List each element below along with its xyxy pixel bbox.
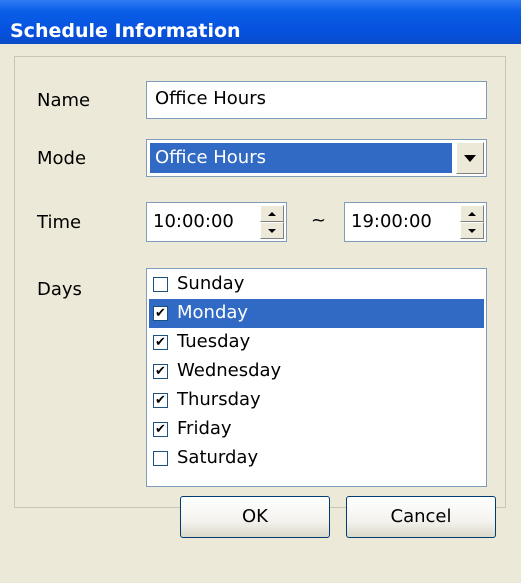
name-label: Name (37, 90, 91, 111)
time-start-down-button[interactable] (260, 222, 284, 239)
day-label: Saturday (177, 447, 259, 468)
cancel-button[interactable]: Cancel (346, 496, 496, 538)
time-end-spinner[interactable]: 19:00:00 (344, 202, 487, 242)
time-start-value: 10:00:00 (153, 211, 234, 232)
day-label: Monday (177, 302, 249, 323)
title-bar[interactable]: Schedule Information (0, 0, 521, 44)
time-range-separator: ~ (311, 210, 327, 231)
time-end-down-button[interactable] (460, 222, 484, 239)
day-item-tuesday[interactable]: ✔ Tuesday (149, 328, 484, 357)
day-label: Thursday (177, 389, 261, 410)
time-start-spin-buttons (260, 205, 284, 239)
time-start-up-button[interactable] (260, 205, 284, 222)
spin-up-icon (468, 211, 476, 216)
spin-down-icon (468, 228, 476, 233)
time-end-spin-buttons (460, 205, 484, 239)
chevron-down-icon (464, 154, 476, 162)
day-label: Wednesday (177, 360, 282, 381)
day-item-sunday[interactable]: Sunday (149, 270, 484, 299)
spin-up-icon (268, 211, 276, 216)
day-item-thursday[interactable]: ✔ Thursday (149, 386, 484, 415)
checkmark-icon[interactable]: ✔ (153, 335, 168, 350)
mode-select[interactable]: Office Hours (146, 139, 487, 177)
window-title: Schedule Information (10, 20, 241, 42)
checkmark-icon[interactable]: ✔ (153, 422, 168, 437)
mode-label: Mode (37, 148, 87, 169)
mode-dropdown-button[interactable] (456, 142, 484, 174)
mode-selected-value: Office Hours (150, 143, 452, 173)
checkmark-icon[interactable]: ✔ (153, 364, 168, 379)
day-item-wednesday[interactable]: ✔ Wednesday (149, 357, 484, 386)
days-checklist[interactable]: Sunday ✔ Monday ✔ Tuesday ✔ Wednesday ✔ … (146, 268, 487, 487)
days-label: Days (37, 279, 82, 300)
time-label: Time (37, 212, 82, 233)
day-checkbox[interactable] (153, 451, 168, 466)
schedule-dialog: Schedule Information Name Office Hours M… (0, 0, 521, 583)
spin-down-icon (268, 228, 276, 233)
ok-button[interactable]: OK (180, 496, 330, 538)
day-checkbox[interactable] (153, 277, 168, 292)
time-end-up-button[interactable] (460, 205, 484, 222)
day-label: Friday (177, 418, 232, 439)
checkmark-icon[interactable]: ✔ (153, 306, 168, 321)
day-label: Sunday (177, 273, 245, 294)
checkmark-icon[interactable]: ✔ (153, 393, 168, 408)
day-label: Tuesday (177, 331, 251, 352)
day-item-monday[interactable]: ✔ Monday (149, 299, 484, 328)
name-field[interactable]: Office Hours (146, 81, 487, 119)
day-item-friday[interactable]: ✔ Friday (149, 415, 484, 444)
day-item-saturday[interactable]: Saturday (149, 444, 484, 473)
time-start-spinner[interactable]: 10:00:00 (146, 202, 287, 242)
time-end-value: 19:00:00 (351, 211, 432, 232)
